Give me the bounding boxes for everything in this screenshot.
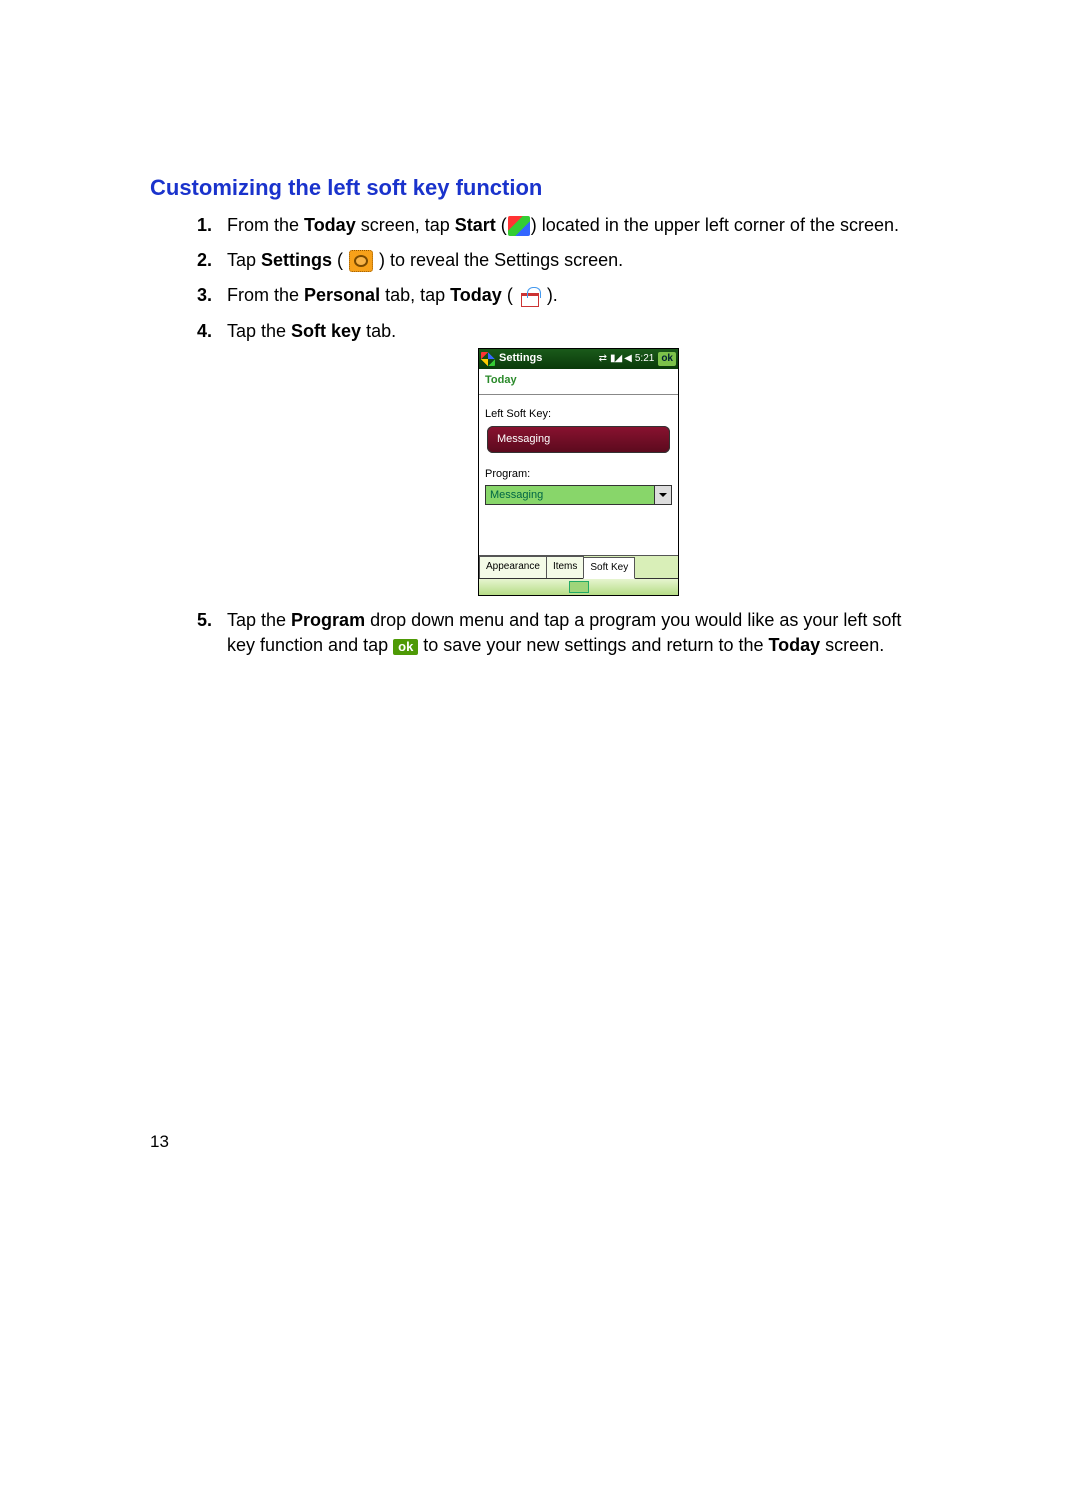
device-status-icons: ⇄ ▮◢ ◀ 5:21 [599, 352, 655, 366]
section-heading: Customizing the left soft key function [150, 175, 930, 201]
step-4: Tap the Soft key tab. Settings ⇄ ▮◢ ◀ 5:… [205, 319, 930, 597]
left-soft-key-preview: Messaging [487, 426, 670, 453]
device-bottom-tabs: Appearance Items Soft Key [479, 555, 678, 578]
program-dropdown[interactable]: Messaging [485, 485, 672, 505]
ok-icon: ok [393, 639, 418, 655]
signal-icon: ▮◢ [610, 352, 621, 366]
windows-flag-icon [481, 352, 495, 366]
chevron-down-icon [654, 486, 671, 504]
program-label: Program: [485, 467, 672, 482]
device-screenshot: Settings ⇄ ▮◢ ◀ 5:21 ok Today Left Soft … [478, 348, 679, 596]
step-5: Tap the Program drop down menu and tap a… [205, 608, 930, 658]
device-clock: 5:21 [635, 352, 654, 366]
device-screen-title: Today [479, 369, 678, 395]
speaker-icon: ◀ [624, 352, 632, 366]
keyboard-icon[interactable] [569, 581, 589, 593]
start-icon [508, 216, 530, 236]
today-icon [519, 287, 541, 307]
tab-items[interactable]: Items [546, 556, 584, 578]
program-dropdown-value: Messaging [486, 486, 654, 504]
settings-icon [349, 250, 373, 272]
device-title: Settings [499, 351, 542, 366]
device-body: Left Soft Key: Messaging Program: Messag… [479, 395, 678, 555]
device-ok-button[interactable]: ok [658, 352, 676, 366]
step-2: Tap Settings ( ) to reveal the Settings … [205, 248, 930, 273]
tab-soft-key[interactable]: Soft Key [583, 557, 635, 579]
step-1: From the Today screen, tap Start () loca… [205, 213, 930, 238]
device-sip-bar [479, 578, 678, 595]
sync-icon: ⇄ [599, 352, 607, 366]
page-number: 13 [150, 1132, 169, 1152]
step-3: From the Personal tab, tap Today ( ). [205, 283, 930, 308]
tab-appearance[interactable]: Appearance [479, 556, 547, 578]
left-soft-key-label: Left Soft Key: [485, 407, 672, 422]
steps-list: From the Today screen, tap Start () loca… [150, 213, 930, 659]
device-title-bar: Settings ⇄ ▮◢ ◀ 5:21 ok [479, 349, 678, 369]
